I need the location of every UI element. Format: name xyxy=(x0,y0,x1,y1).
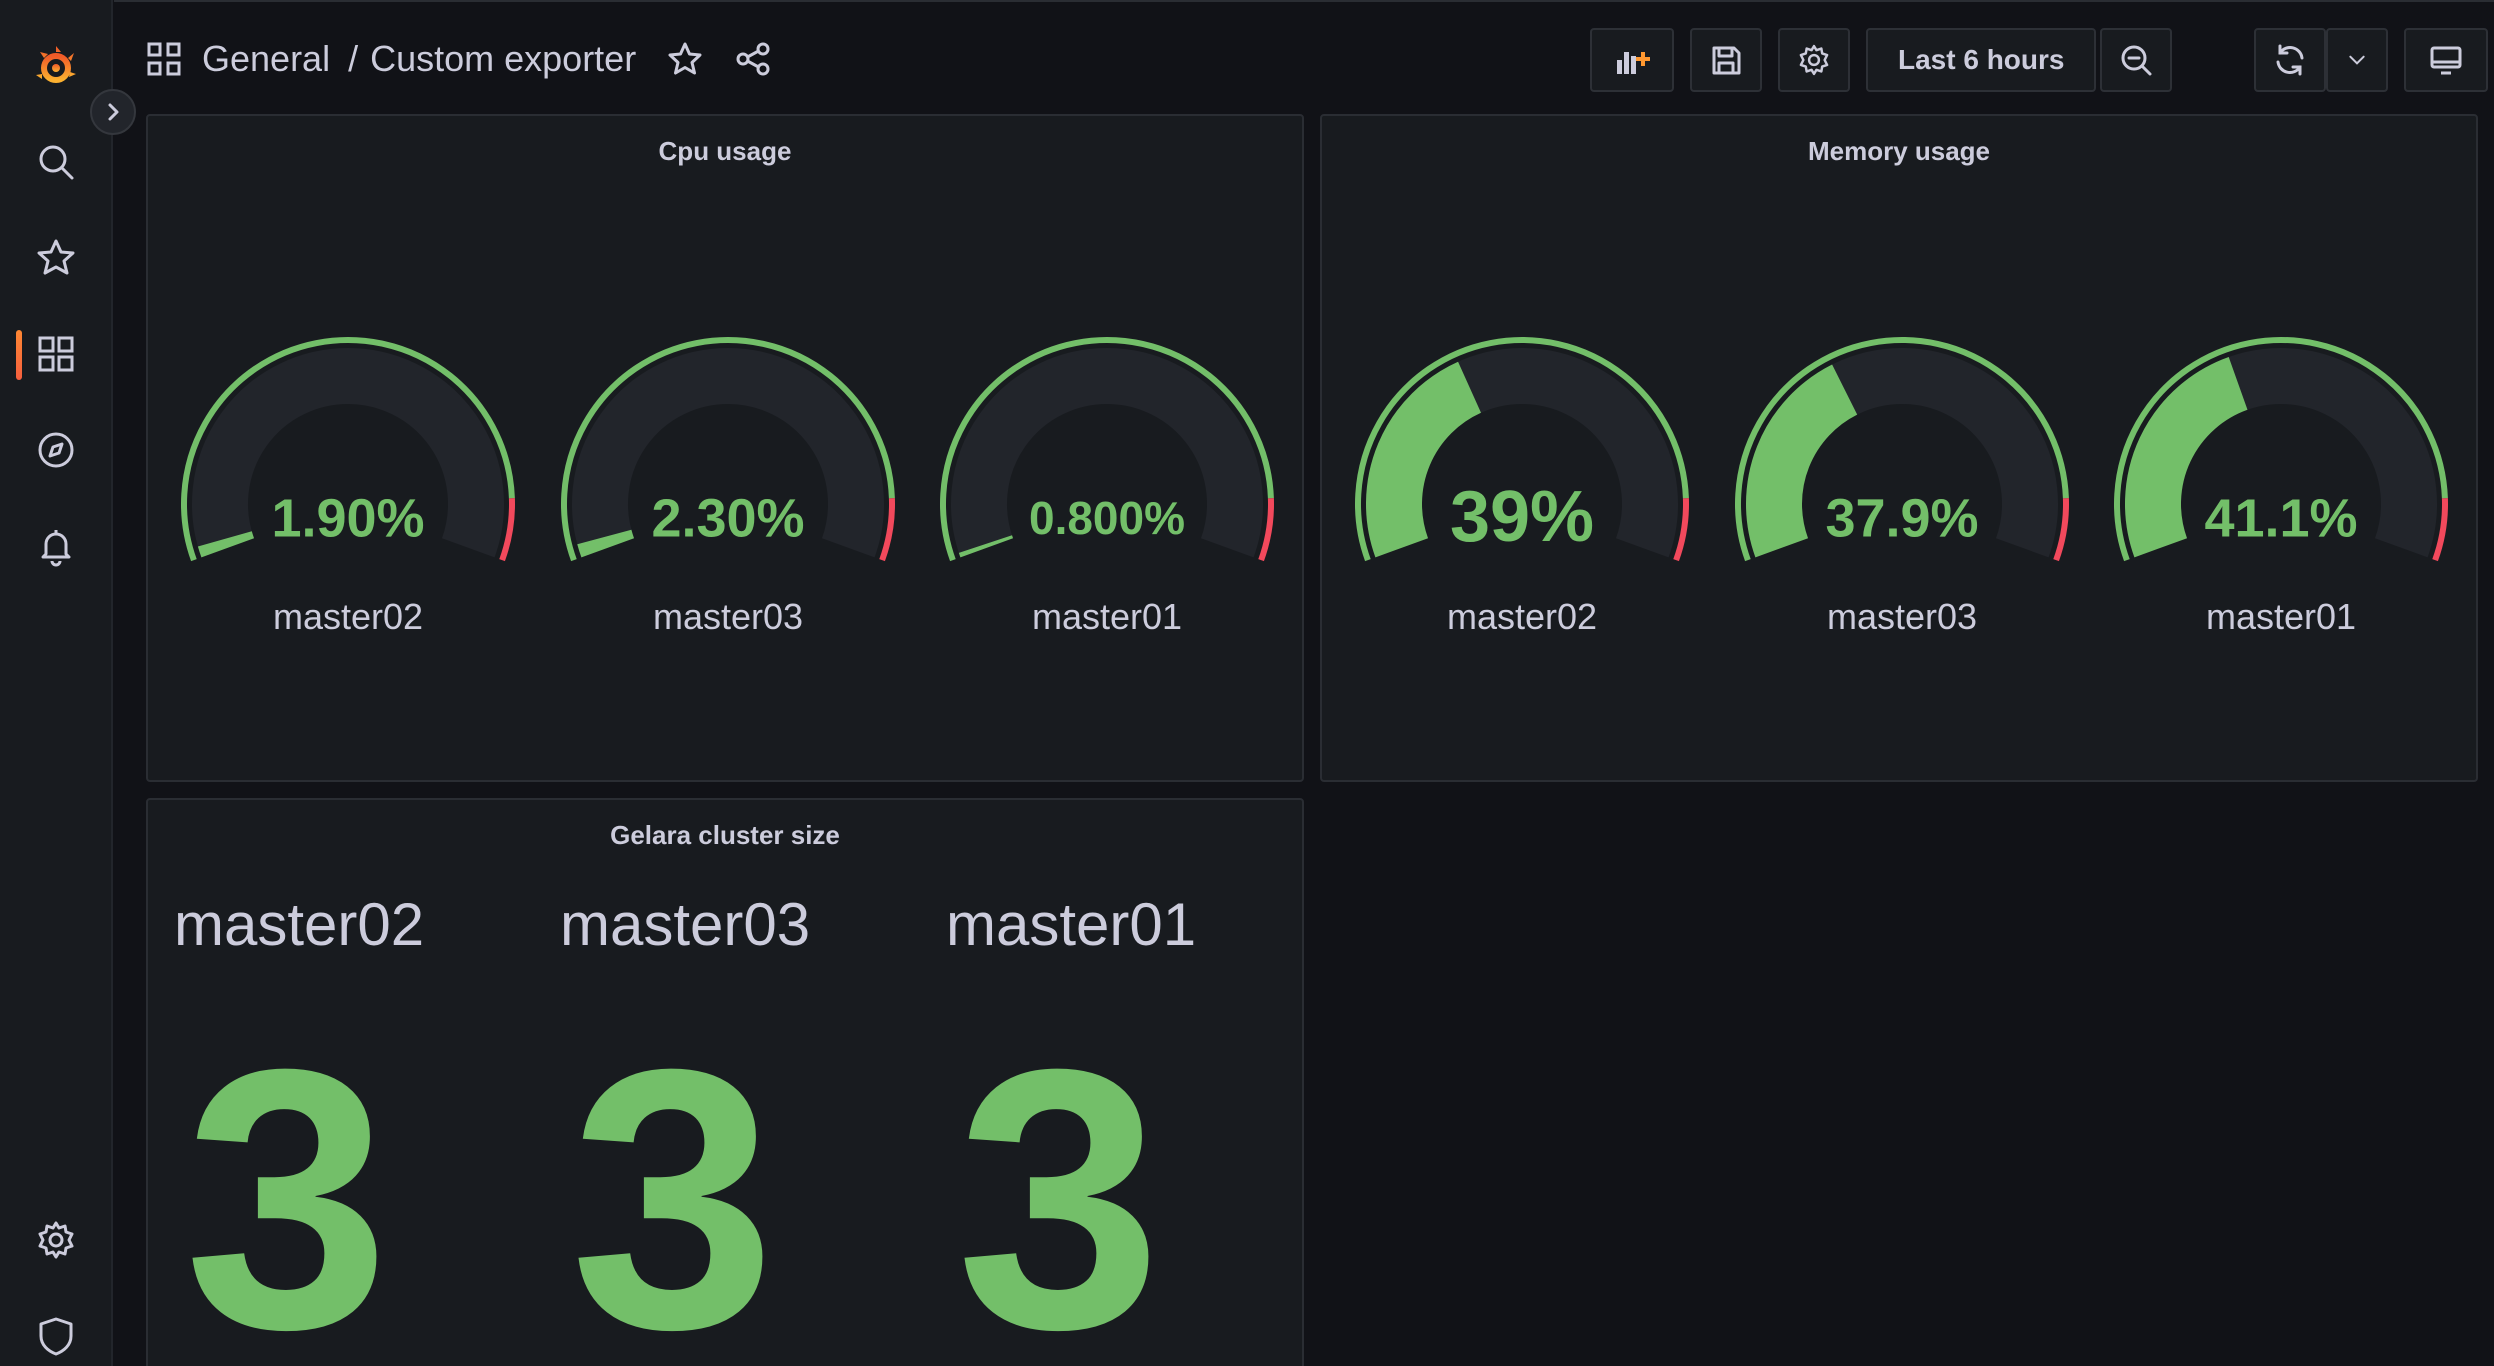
gauge: 0.800% master01 xyxy=(927,332,1287,637)
gauge-value-fill xyxy=(197,531,255,558)
chevron-right-icon xyxy=(108,103,119,121)
breadcrumb: General / Custom exporter xyxy=(146,32,772,86)
chevron-down-icon xyxy=(2349,55,2365,65)
grafana-logo[interactable] xyxy=(28,38,84,94)
gauge-value-fill xyxy=(958,535,1014,558)
add-panel-button[interactable] xyxy=(1590,28,1674,92)
gauge-series-label: master01 xyxy=(2205,596,2357,637)
gauge-dial: 2.30% xyxy=(561,337,895,562)
time-range-picker[interactable]: Last 6 hours xyxy=(1866,28,2096,92)
gauge-value-fill xyxy=(577,529,635,558)
gauge-dial: 37.9% xyxy=(1735,337,2069,562)
dashboard-title-link[interactable]: Custom exporter xyxy=(370,38,636,80)
gauge: 1.90% master02 xyxy=(168,332,528,637)
panel-title[interactable]: Memory usage xyxy=(1322,136,2476,167)
gauge-dial: 1.90% xyxy=(181,337,515,562)
save-dashboard-button[interactable] xyxy=(1690,28,1762,92)
save-icon xyxy=(1712,46,1741,75)
stat-series-label: master02 xyxy=(174,891,425,958)
gauge: 39% master02 xyxy=(1342,332,1702,637)
gauge-dial: 39% xyxy=(1355,337,1689,562)
side-menu xyxy=(0,0,113,1366)
memory-usage-panel[interactable]: Memory usage 39% master02 37.9% master03… xyxy=(1320,114,2478,782)
gauge-series-label: master03 xyxy=(1826,596,1978,637)
share-icon[interactable] xyxy=(734,40,772,78)
refresh-icon xyxy=(2276,44,2304,76)
gauge-value-text: 2.30% xyxy=(651,488,804,548)
breadcrumb-folder-link[interactable]: General xyxy=(202,38,330,80)
alerting-bell-icon[interactable] xyxy=(28,518,84,574)
configuration-gear-icon[interactable] xyxy=(28,1212,84,1268)
gauge: 2.30% master03 xyxy=(548,332,908,637)
cpu-usage-panel[interactable]: Cpu usage 1.90% master02 2.30% master03 … xyxy=(146,114,1304,782)
stat-value: 3 xyxy=(570,993,776,1366)
time-range-label: Last 6 hours xyxy=(1898,44,2065,75)
dashboards-icon[interactable] xyxy=(28,326,84,382)
monitor-icon xyxy=(2430,46,2462,75)
gauge-dial: 0.800% xyxy=(940,337,1274,562)
gauge-series-label: master01 xyxy=(1031,596,1183,637)
panel-title[interactable]: Gelara cluster size xyxy=(148,820,1302,851)
gauge-series-label: master03 xyxy=(652,596,804,637)
dashboard-navbar: General / Custom exporter Last 6 hours xyxy=(114,0,2494,114)
search-icon[interactable] xyxy=(28,134,84,190)
add-panel-icon xyxy=(1617,52,1650,74)
dashboard-settings-button[interactable] xyxy=(1778,28,1850,92)
starred-icon[interactable] xyxy=(28,230,84,286)
gear-icon xyxy=(1799,44,1829,76)
shield-icon[interactable] xyxy=(28,1308,84,1364)
tv-mode-button[interactable] xyxy=(2404,28,2488,92)
gauge-value-text: 37.9% xyxy=(1825,488,1978,548)
galera-cluster-size-panel[interactable]: Gelara cluster size master02 3 master03 … xyxy=(146,798,1304,1366)
gauge-value-text: 1.90% xyxy=(271,488,424,548)
gauge-series-label: master02 xyxy=(272,596,424,637)
panel-title[interactable]: Cpu usage xyxy=(148,136,1302,167)
breadcrumb-separator: / xyxy=(348,38,359,79)
gauge: 37.9% master03 xyxy=(1722,332,2082,637)
stat-series-label: master01 xyxy=(946,891,1197,958)
explore-icon[interactable] xyxy=(28,422,84,478)
expand-sidebar-button[interactable] xyxy=(90,89,136,135)
active-item-marker xyxy=(16,330,22,380)
gauge: 41.1% master01 xyxy=(2101,332,2461,637)
gauge-value-text: 39% xyxy=(1450,477,1594,557)
dashboard-grid-icon xyxy=(147,42,181,76)
gauge-value-text: 41.1% xyxy=(2204,488,2357,548)
stat-value: 3 xyxy=(184,993,390,1366)
gauge-series-label: master02 xyxy=(1446,596,1598,637)
stat-item: master01 3 xyxy=(946,890,1302,1366)
gauge-value-text: 0.800% xyxy=(1029,492,1185,544)
refresh-interval-dropdown[interactable] xyxy=(2326,28,2388,92)
stat-item: master03 3 xyxy=(560,890,920,1366)
stat-series-label: master03 xyxy=(560,891,811,958)
mark-favorite-star-icon[interactable] xyxy=(666,40,704,78)
zoom-out-button[interactable] xyxy=(2100,28,2172,92)
stat-item: master02 3 xyxy=(174,890,534,1366)
gauge-dial: 41.1% xyxy=(2114,337,2448,562)
stat-value: 3 xyxy=(956,993,1162,1366)
zoom-out-icon xyxy=(2121,45,2152,76)
refresh-button[interactable] xyxy=(2254,28,2326,92)
